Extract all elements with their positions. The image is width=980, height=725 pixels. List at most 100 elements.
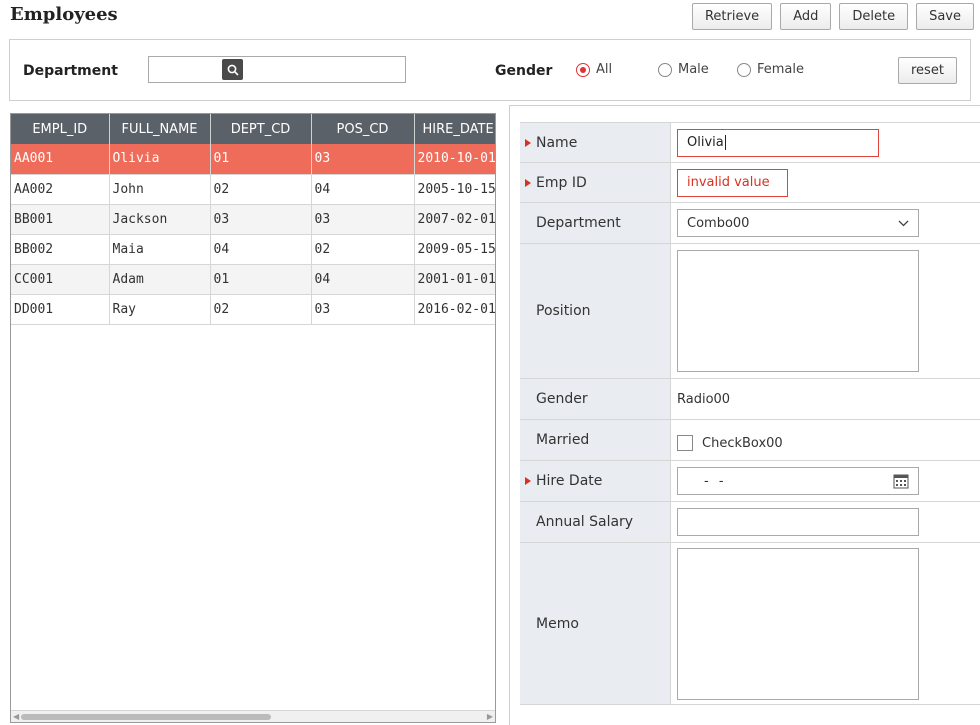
gender-filter-label: Gender xyxy=(495,63,553,79)
memo-label: Memo xyxy=(520,543,671,704)
search-icon xyxy=(227,64,239,76)
table-row[interactable]: DD001 Ray 02 03 2016-02-01 xyxy=(11,294,495,325)
name-input-value: Olivia xyxy=(687,135,724,150)
column-header-dept-cd[interactable]: DEPT_CD xyxy=(210,114,312,144)
scroll-right-icon[interactable]: ▶ xyxy=(487,712,493,721)
department-combo-value: Combo00 xyxy=(687,215,750,231)
radio-icon xyxy=(658,62,672,77)
cell-pos-cd[interactable]: 03 xyxy=(311,144,415,175)
checkbox-icon xyxy=(677,435,693,451)
cell-pos-cd[interactable]: 04 xyxy=(311,174,415,205)
hiredate-label: Hire Date xyxy=(520,461,671,501)
name-input[interactable]: Olivia xyxy=(677,128,879,157)
cell-dept-cd[interactable]: 01 xyxy=(210,144,312,175)
search-panel: Department Gender All Male Female reset xyxy=(9,39,971,101)
employee-grid[interactable]: EMPL_ID FULL_NAME DEPT_CD POS_CD HIRE_DA… xyxy=(10,113,496,723)
cell-empl-id[interactable]: BB002 xyxy=(11,234,110,265)
cell-full-name[interactable]: Jackson xyxy=(109,204,211,235)
gender-radio-male[interactable]: Male xyxy=(658,62,709,77)
save-button[interactable]: Save xyxy=(916,3,974,30)
grid-header-row: EMPL_ID FULL_NAME DEPT_CD POS_CD HIRE_DA… xyxy=(11,114,495,144)
table-row[interactable]: AA002 John 02 04 2005-10-15 xyxy=(11,174,495,205)
table-row[interactable]: BB001 Jackson 03 03 2007-02-01 xyxy=(11,204,495,235)
form-row-memo: Memo xyxy=(520,543,980,705)
column-header-empl-id[interactable]: EMPL_ID xyxy=(11,114,110,144)
cell-hire-date[interactable]: 2016-02-01 xyxy=(414,294,495,325)
radio-icon-checked xyxy=(576,62,590,77)
gender-radio-female[interactable]: Female xyxy=(737,62,804,77)
form-row-salary: Annual Salary xyxy=(520,502,980,543)
page-title: Employees xyxy=(10,4,118,25)
position-label: Position xyxy=(520,244,671,378)
radio-icon xyxy=(737,62,751,77)
form-row-hiredate: Hire Date - - xyxy=(520,461,980,502)
cell-pos-cd[interactable]: 02 xyxy=(311,234,415,265)
form-row-name: Name Olivia xyxy=(520,123,980,163)
married-checkbox-label: CheckBox00 xyxy=(702,435,783,451)
table-row[interactable]: AA001 Olivia 01 03 2010-10-01 xyxy=(11,144,495,175)
memo-textarea[interactable] xyxy=(677,547,919,700)
salary-input[interactable] xyxy=(677,508,919,536)
column-header-pos-cd[interactable]: POS_CD xyxy=(311,114,415,144)
married-label: Married xyxy=(520,420,671,460)
gender-radio-value[interactable]: Radio00 xyxy=(671,379,980,419)
cell-empl-id[interactable]: DD001 xyxy=(11,294,110,325)
cell-dept-cd[interactable]: 01 xyxy=(210,264,312,295)
department-combo[interactable]: Combo00 xyxy=(677,209,919,237)
department-search-button[interactable] xyxy=(222,59,243,80)
chevron-down-icon xyxy=(898,220,909,226)
horizontal-scrollbar[interactable]: ◀ ▶ xyxy=(11,710,495,722)
department-search-field[interactable] xyxy=(148,56,406,83)
empid-input-value: invalid value xyxy=(687,175,770,190)
gender-label: Gender xyxy=(520,379,671,419)
hiredate-input-value: - - xyxy=(704,473,724,489)
married-checkbox[interactable]: CheckBox00 xyxy=(671,420,980,460)
cell-empl-id[interactable]: AA001 xyxy=(11,144,110,175)
table-row[interactable]: CC001 Adam 01 04 2001-01-01 xyxy=(11,264,495,295)
cell-dept-cd[interactable]: 02 xyxy=(210,174,312,205)
form-row-married: Married CheckBox00 xyxy=(520,420,980,461)
cell-full-name[interactable]: Maia xyxy=(109,234,211,265)
cell-full-name[interactable]: Olivia xyxy=(109,144,211,175)
hiredate-input[interactable]: - - xyxy=(677,467,919,495)
cell-dept-cd[interactable]: 03 xyxy=(210,204,312,235)
scrollbar-thumb[interactable] xyxy=(21,714,271,720)
add-button[interactable]: Add xyxy=(780,3,832,30)
calendar-icon[interactable] xyxy=(893,473,909,489)
cell-empl-id[interactable]: BB001 xyxy=(11,204,110,235)
form-row-position: Position xyxy=(520,244,980,379)
retrieve-button[interactable]: Retrieve xyxy=(691,3,773,30)
text-cursor xyxy=(724,135,726,150)
cell-hire-date[interactable]: 2010-10-01 xyxy=(414,144,495,175)
delete-button[interactable]: Delete xyxy=(839,3,909,30)
cell-pos-cd[interactable]: 03 xyxy=(311,294,415,325)
position-textarea[interactable] xyxy=(677,250,919,372)
cell-dept-cd[interactable]: 02 xyxy=(210,294,312,325)
reset-button[interactable]: reset xyxy=(898,57,957,84)
cell-empl-id[interactable]: AA002 xyxy=(11,174,110,205)
gender-radio-all[interactable]: All xyxy=(576,62,612,77)
cell-hire-date[interactable]: 2001-01-01 xyxy=(414,264,495,295)
cell-hire-date[interactable]: 2007-02-01 xyxy=(414,204,495,235)
column-header-hire-date[interactable]: HIRE_DATE xyxy=(414,114,495,144)
gender-option-label: Female xyxy=(757,62,805,77)
cell-pos-cd[interactable]: 03 xyxy=(311,204,415,235)
cell-empl-id[interactable]: CC001 xyxy=(11,264,110,295)
cell-full-name[interactable]: Adam xyxy=(109,264,211,295)
column-header-full-name[interactable]: FULL_NAME xyxy=(109,114,211,144)
name-label: Name xyxy=(520,123,671,162)
department-filter-label: Department xyxy=(23,63,118,79)
cell-pos-cd[interactable]: 04 xyxy=(311,264,415,295)
toolbar: Retrieve Add Delete Save xyxy=(691,3,974,30)
detail-form-panel: Name Olivia Emp ID invalid value Departm… xyxy=(509,105,980,725)
cell-full-name[interactable]: John xyxy=(109,174,211,205)
empid-input[interactable]: invalid value xyxy=(677,168,788,197)
cell-full-name[interactable]: Ray xyxy=(109,294,211,325)
form-row-gender: Gender Radio00 xyxy=(520,379,980,420)
scroll-left-icon[interactable]: ◀ xyxy=(13,712,19,721)
table-row[interactable]: BB002 Maia 04 02 2009-05-15 xyxy=(11,234,495,265)
cell-hire-date[interactable]: 2009-05-15 xyxy=(414,234,495,265)
cell-dept-cd[interactable]: 04 xyxy=(210,234,312,265)
cell-hire-date[interactable]: 2005-10-15 xyxy=(414,174,495,205)
employee-table: EMPL_ID FULL_NAME DEPT_CD POS_CD HIRE_DA… xyxy=(11,114,495,325)
